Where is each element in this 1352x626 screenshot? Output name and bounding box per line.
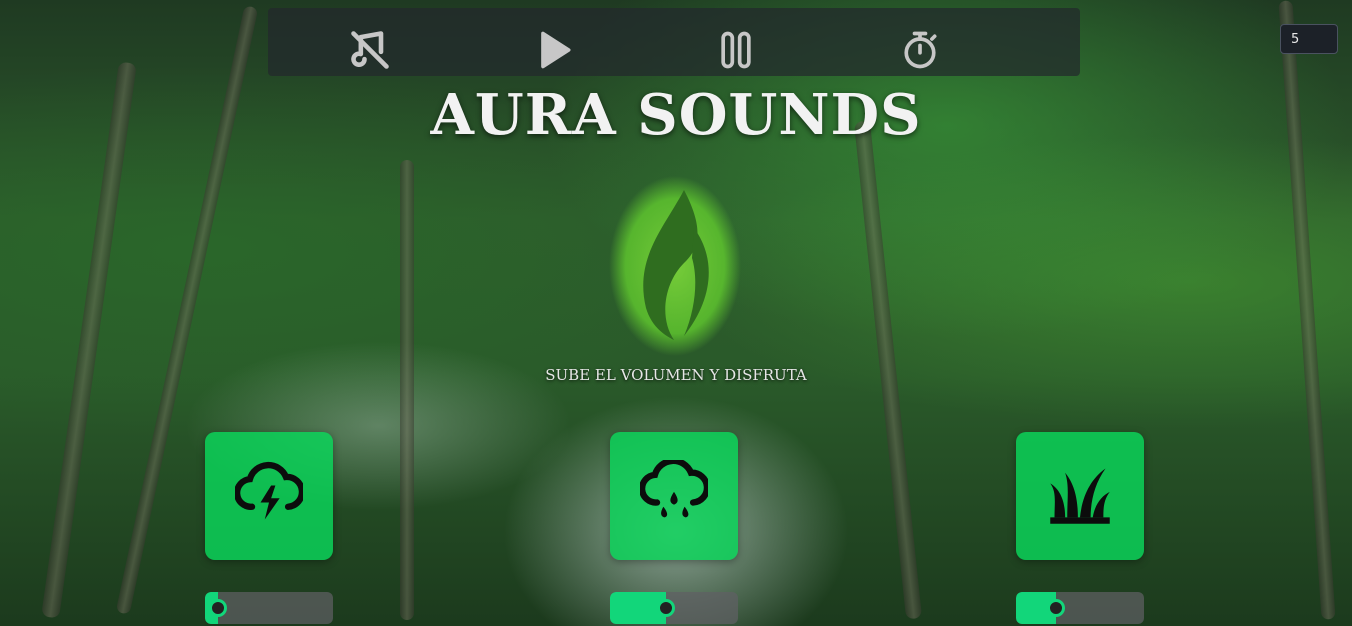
pause-icon[interactable] xyxy=(714,28,758,72)
app-title: AURA SOUNDS xyxy=(430,82,922,148)
music-off-icon[interactable] xyxy=(348,28,392,72)
rain-icon xyxy=(640,460,708,518)
play-icon[interactable] xyxy=(532,28,576,72)
leaf-flame-logo xyxy=(604,168,746,358)
grass-sound-button[interactable] xyxy=(1016,432,1144,560)
rain-sound-button[interactable] xyxy=(610,432,738,560)
slider-thumb[interactable] xyxy=(1047,599,1065,617)
stopwatch-icon[interactable] xyxy=(898,28,942,72)
background-trunk xyxy=(400,160,414,620)
subtitle: SUBE EL VOLUMEN Y DISFRUTA xyxy=(545,366,807,384)
grass-icon xyxy=(1050,468,1110,524)
thunderstorm-volume-slider[interactable] xyxy=(205,592,333,624)
rain-volume-slider[interactable] xyxy=(610,592,738,624)
thunderstorm-icon xyxy=(235,461,303,520)
slider-thumb[interactable] xyxy=(657,599,675,617)
player-toolbar xyxy=(268,8,1338,76)
thunderstorm-sound-button[interactable] xyxy=(205,432,333,560)
timer-minutes-input[interactable] xyxy=(1280,24,1338,54)
grass-volume-slider[interactable] xyxy=(1016,592,1144,624)
slider-thumb[interactable] xyxy=(209,599,227,617)
